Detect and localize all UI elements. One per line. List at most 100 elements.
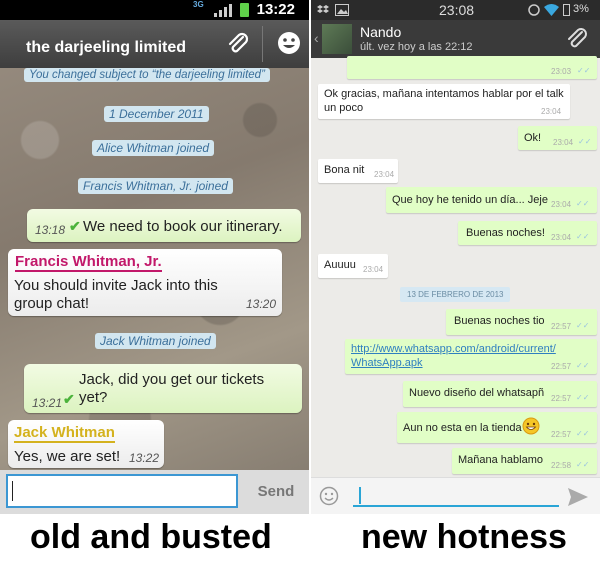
contact-name[interactable]: Nando (360, 24, 401, 40)
message-time: 23:04 (551, 233, 572, 242)
new-whatsapp-screen: 23:08 3% ‹ Nando últ. vez hoy a las 22:1… (311, 0, 600, 514)
system-message: Francis Whitman, Jr. joined (78, 178, 233, 194)
message-text: Bona nit (324, 164, 365, 176)
battery-icon (563, 4, 570, 16)
header-divider (262, 26, 263, 62)
message-text: Auuuu (324, 259, 356, 271)
send-icon[interactable] (567, 487, 589, 507)
message-text: Ok gracias, mañana intentamos hablar por… (324, 88, 564, 100)
message-time: 22:57 (551, 322, 572, 331)
message-text: un poco (324, 102, 364, 114)
emoji-icon[interactable] (319, 486, 339, 506)
message-text: Que hoy he tenido un día... Jeje (392, 194, 548, 206)
send-button[interactable]: Send (246, 474, 306, 510)
sender-name: Francis Whitman, Jr. (15, 253, 162, 272)
message-link[interactable]: http://www.whatsapp.com/android/current/ (351, 342, 556, 357)
outgoing-message[interactable]: Ok! 23:04 ✓✓ (518, 126, 597, 150)
date-divider: 1 December 2011 (104, 106, 209, 122)
message-time: 13:21 (32, 396, 63, 410)
date-divider: 13 DE FEBRERO DE 2013 (400, 287, 511, 302)
message-text: Yes, we are set! (14, 448, 121, 465)
paperclip-icon[interactable] (224, 30, 252, 58)
message-time: 22:57 (551, 394, 572, 403)
caption-new: new hotness (361, 518, 567, 556)
sync-icon (528, 4, 540, 16)
message-text: Mañana hablamo (458, 454, 544, 466)
message-time: 22:58 (551, 461, 572, 470)
outgoing-message[interactable]: Nuevo diseño del whatsapñ 22:57 ✓✓ (403, 381, 597, 407)
group-title[interactable]: the darjeeling limited (26, 39, 186, 57)
read-ticks-icon: ✓✓ (576, 361, 590, 370)
smiley-icon[interactable] (276, 30, 302, 56)
battery-icon (240, 3, 249, 17)
back-icon[interactable]: ‹ (314, 30, 319, 46)
status-time: 13:22 (256, 1, 295, 18)
outgoing-message[interactable]: Buenas noches tio 22:57 ✓✓ (446, 309, 597, 335)
incoming-message[interactable]: Auuuu 23:04 (318, 254, 388, 278)
outgoing-message[interactable]: 13:18 ✔ We need to book our itinerary. (27, 209, 301, 242)
status-time: 23:08 (439, 2, 475, 18)
message-time: 22:57 (551, 430, 572, 439)
input-underline (353, 505, 559, 507)
message-time: 23:04 (541, 107, 562, 116)
outgoing-message[interactable]: Mañana hablamo 22:58 ✓✓ (452, 448, 597, 474)
incoming-message[interactable]: Ok gracias, mañana intentamos hablar por… (318, 84, 570, 119)
image-icon (335, 4, 349, 16)
system-message: Jack Whitman joined (95, 333, 216, 349)
incoming-message[interactable]: Francis Whitman, Jr. You should invite J… (8, 249, 282, 316)
read-ticks-icon: ✓✓ (576, 321, 590, 330)
read-ticks-icon: ✓✓ (576, 199, 590, 208)
outgoing-message[interactable]: Aun no esta en la tienda 22:57 ✓✓ (397, 412, 597, 443)
sent-check-icon: ✔ (63, 391, 75, 407)
read-ticks-icon: ✓✓ (577, 66, 591, 75)
message-text: Buenas noches! (466, 227, 545, 239)
message-time: 13:20 (246, 297, 277, 311)
grinning-emoji-icon (522, 417, 540, 435)
message-input[interactable] (6, 474, 238, 508)
last-seen: últ. vez hoy a las 22:12 (360, 41, 473, 53)
outgoing-message[interactable]: Que hoy he tenido un día... Jeje 23:04 ✓… (386, 187, 597, 213)
message-time: 23:03 (551, 67, 572, 76)
dropbox-icon (317, 5, 329, 13)
wifi-icon (544, 4, 559, 16)
message-text: You should invite Jack into this (14, 277, 218, 294)
signal-icon (214, 4, 232, 17)
incoming-message[interactable]: Bona nit 23:04 (318, 159, 398, 183)
message-time: 13:22 (129, 451, 160, 465)
message-time: 13:18 (35, 223, 66, 237)
message-time: 23:04 (551, 200, 572, 209)
read-ticks-icon: ✓✓ (576, 232, 590, 241)
outgoing-message[interactable]: 23:03 ✓✓ (347, 56, 597, 79)
message-time: 23:04 (553, 138, 574, 147)
message-link[interactable]: WhatsApp.apk (351, 356, 423, 371)
sent-check-icon: ✔ (69, 218, 81, 234)
status-bar: 3G 13:22 (0, 0, 309, 20)
system-message: Alice Whitman joined (92, 140, 215, 156)
message-time: 23:04 (363, 265, 384, 274)
message-text: Nuevo diseño del whatsapñ (409, 387, 545, 399)
old-whatsapp-screen: 3G 13:22 the darjeeling limited You chan… (0, 0, 309, 514)
outgoing-message[interactable]: http://www.whatsapp.com/android/current/… (345, 339, 597, 374)
read-ticks-icon: ✓✓ (576, 460, 590, 469)
read-ticks-icon: ✓✓ (576, 429, 590, 438)
message-time: 23:04 (374, 170, 395, 179)
message-time: 22:57 (551, 362, 572, 371)
message-text: We need to book our itinerary. (83, 218, 283, 235)
paperclip-icon[interactable] (564, 26, 590, 52)
avatar[interactable] (322, 24, 352, 54)
sender-name: Jack Whitman (14, 424, 115, 443)
message-text: yet? (79, 389, 108, 406)
battery-percent: 3% (573, 3, 589, 15)
message-input[interactable] (353, 483, 559, 505)
message-text: Aun no esta en la tienda (403, 422, 522, 434)
message-text: Buenas noches tio (454, 315, 545, 327)
text-cursor (12, 481, 13, 501)
chat-header: ‹ Nando últ. vez hoy a las 22:12 (311, 20, 600, 58)
caption-old: old and busted (30, 518, 272, 556)
incoming-message[interactable]: Jack Whitman Yes, we are set! 13:22 (8, 420, 164, 468)
outgoing-message[interactable]: Jack, did you get our tickets 13:21 ✔ ye… (24, 364, 302, 413)
message-text: Ok! (524, 132, 542, 144)
message-text: group chat! (14, 295, 90, 312)
outgoing-message[interactable]: Buenas noches! 23:04 ✓✓ (458, 221, 597, 245)
chat-header: the darjeeling limited (0, 20, 309, 68)
